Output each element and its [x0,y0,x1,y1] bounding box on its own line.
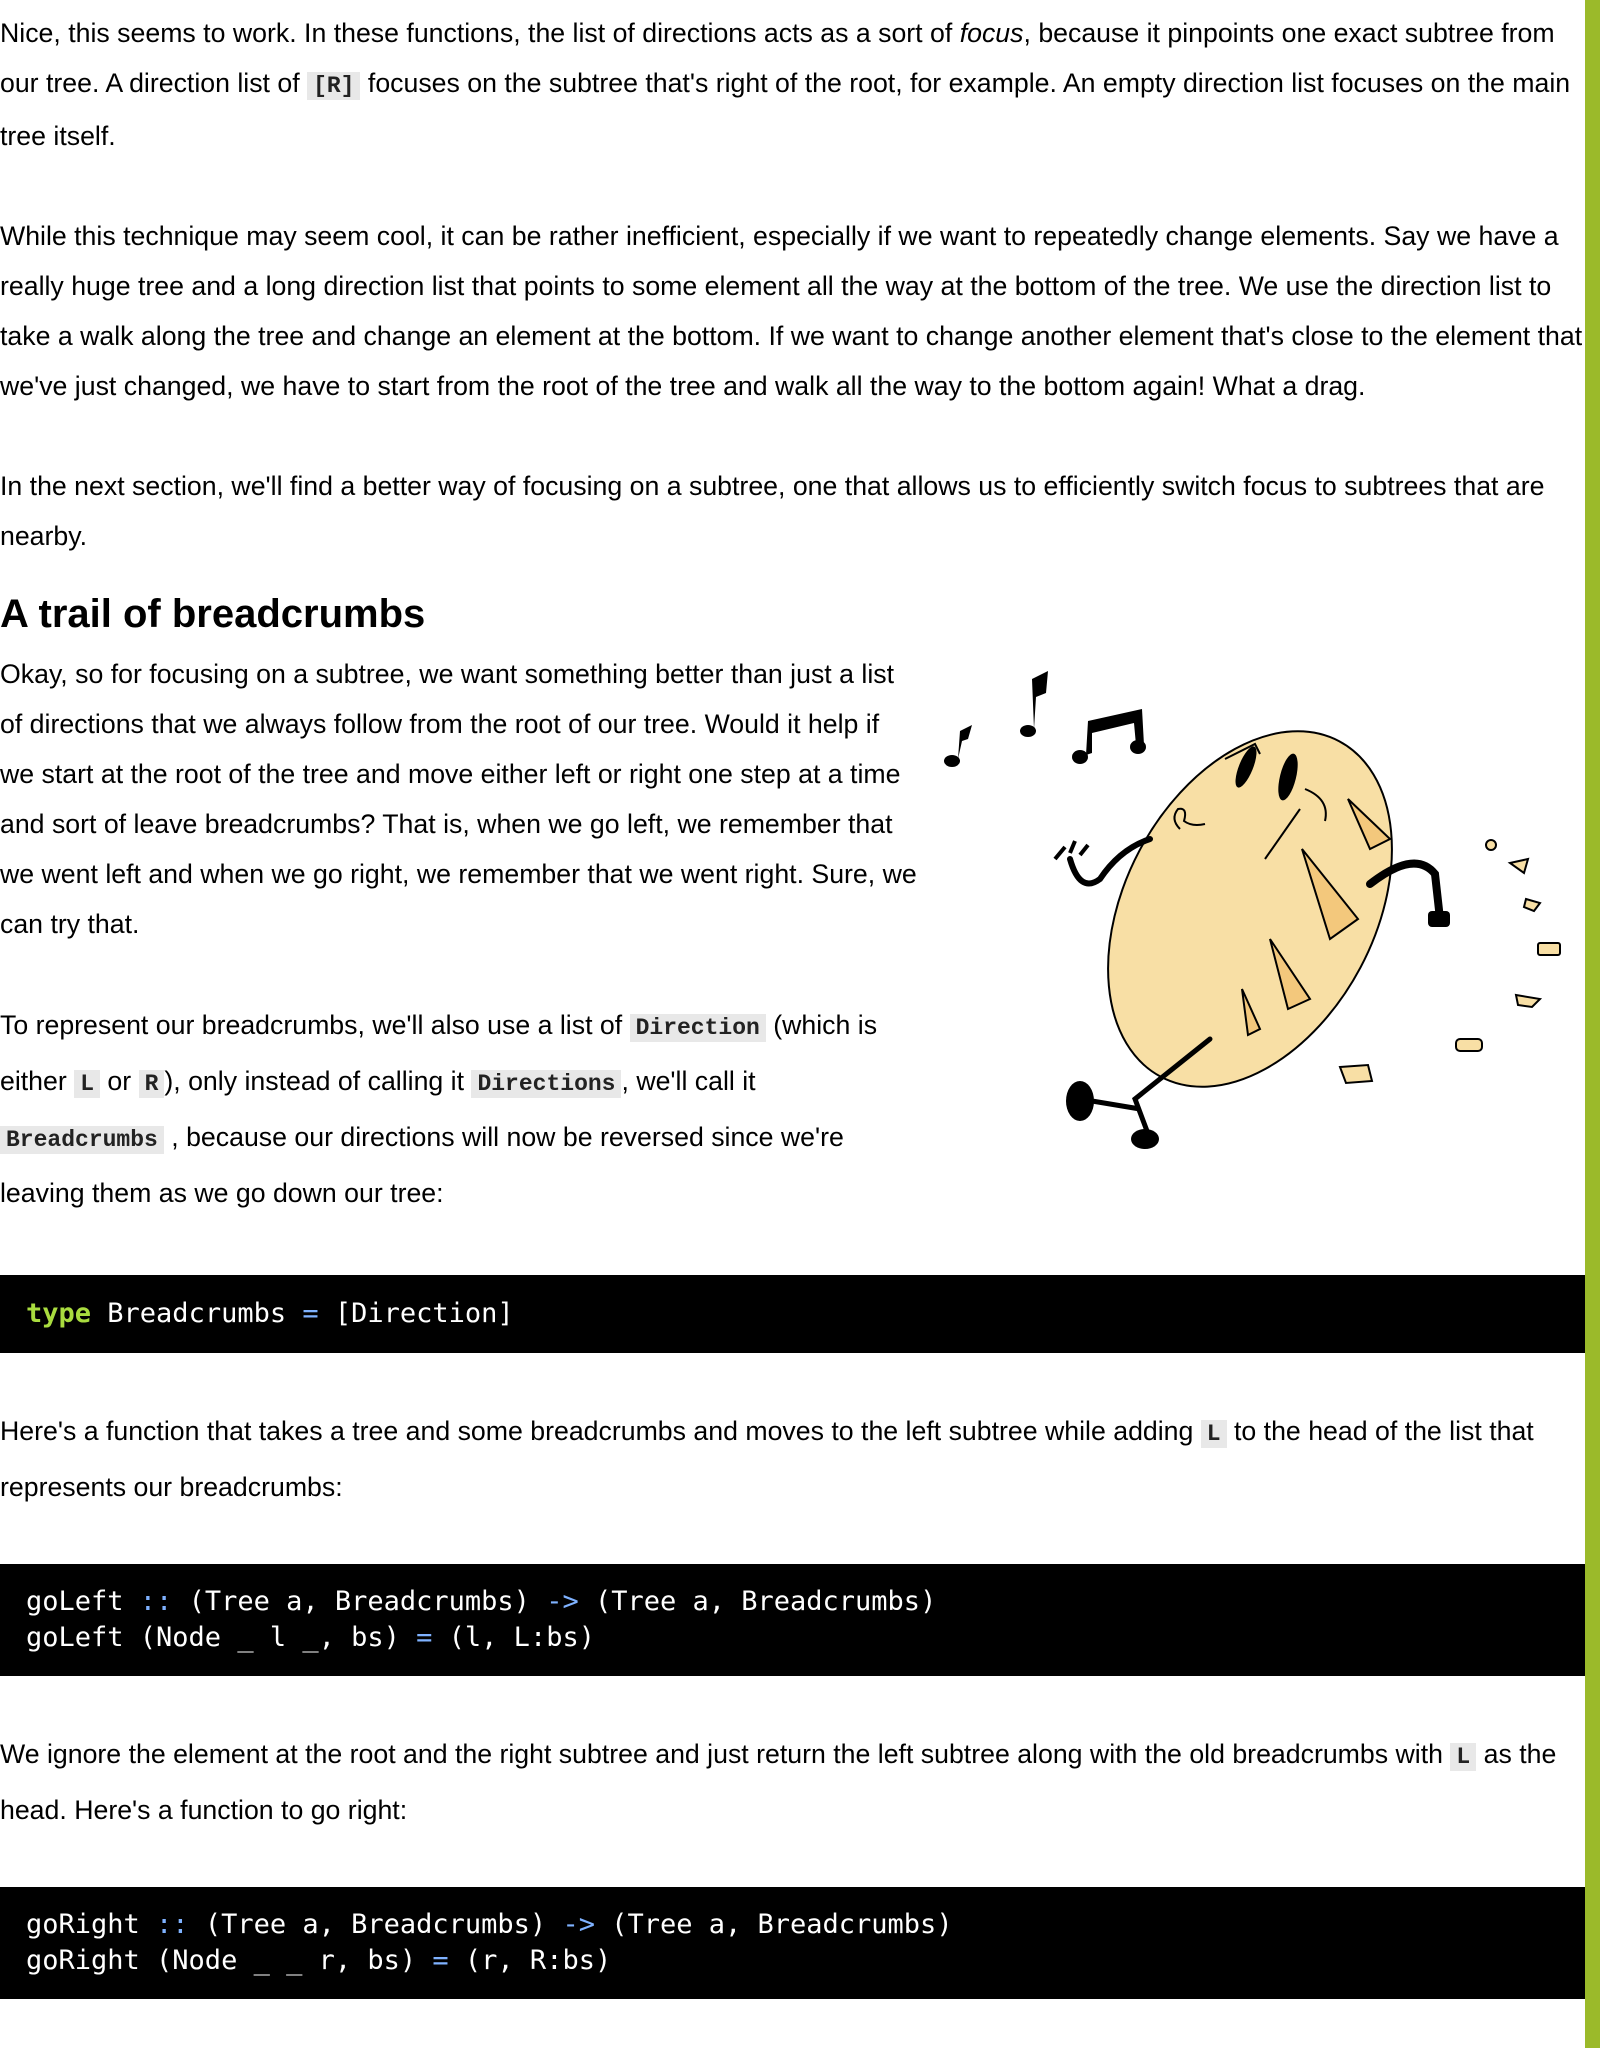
operator: = [416,1622,433,1653]
code-text: goLeft [26,1586,140,1617]
inline-code: Breadcrumbs [0,1126,164,1154]
code-block-go-left: goLeft :: (Tree a, Breadcrumbs) -> (Tree… [0,1564,1585,1676]
code-text: goLeft (Node _ l _, bs) [26,1622,417,1653]
code-text: goRight (Node _ _ r, bs) [26,1945,433,1976]
emphasis-focus: focus [959,18,1024,48]
bread-character-image [944,671,1561,1149]
text: Nice, this seems to work. In these funct… [0,18,960,48]
text: We ignore the element at the root and th… [0,1739,1451,1769]
inline-code: [R] [307,72,361,100]
operator: :: [156,1909,189,1940]
page-accent-rail [1585,0,1600,2048]
dancing-bread-illustration [920,649,1585,1220]
intro-paragraph-1: Nice, this seems to work. In these funct… [0,8,1585,161]
code-text: (r, R:bs) [448,1945,612,1976]
code-block-type-breadcrumbs: type Breadcrumbs = [Direction] [0,1275,1585,1353]
operator: = [302,1298,319,1329]
inline-code: Direction [629,1014,766,1042]
breadcrumbs-section: Okay, so for focusing on a subtree, we w… [0,649,1585,1220]
code-text: [Direction] [318,1298,514,1329]
paragraph-go-left: Here's a function that takes a tree and … [0,1405,1585,1514]
music-notes-icon [944,671,1146,767]
code-text: (Tree a, Breadcrumbs) [578,1586,937,1617]
inline-code: L [1450,1743,1477,1771]
code-text: Breadcrumbs [91,1298,303,1329]
text: ), only instead of calling it [164,1066,472,1096]
code-text: (Tree a, Breadcrumbs) [594,1909,953,1940]
section-paragraph-1: Okay, so for focusing on a subtree, we w… [0,659,917,939]
inline-code: L [1200,1420,1227,1448]
operator: = [432,1945,449,1976]
operator: -> [562,1909,595,1940]
code-text: (Tree a, Breadcrumbs) [172,1586,547,1617]
keyword: type [26,1298,92,1329]
operator: -> [546,1586,579,1617]
section-text: Okay, so for focusing on a subtree, we w… [0,649,920,1220]
section-paragraph-2: To represent our breadcrumbs, we'll also… [0,999,920,1220]
inline-code: L [74,1070,100,1098]
article-content: Nice, this seems to work. In these funct… [0,0,1585,1999]
text: or [100,1066,139,1096]
bread-body-icon [1053,730,1450,1149]
operator: :: [139,1586,173,1617]
text: Here's a function that takes a tree and … [0,1416,1201,1446]
text: To represent our breadcrumbs, we'll also… [0,1010,630,1040]
code-block-go-right: goRight :: (Tree a, Breadcrumbs) -> (Tre… [0,1887,1585,1999]
inline-code: R [138,1070,165,1098]
text: , we'll call it [621,1066,756,1096]
paragraph-go-right-intro: We ignore the element at the root and th… [0,1728,1585,1837]
code-text: (l, L:bs) [432,1622,595,1653]
intro-paragraph-3: In the next section, we'll find a better… [0,471,1545,551]
code-text: (Tree a, Breadcrumbs) [188,1909,563,1940]
inline-code: Directions [471,1070,622,1098]
code-text: goRight [26,1909,157,1940]
intro-paragraph-2: While this technique may seem cool, it c… [0,221,1583,401]
section-heading: A trail of breadcrumbs [0,592,426,636]
